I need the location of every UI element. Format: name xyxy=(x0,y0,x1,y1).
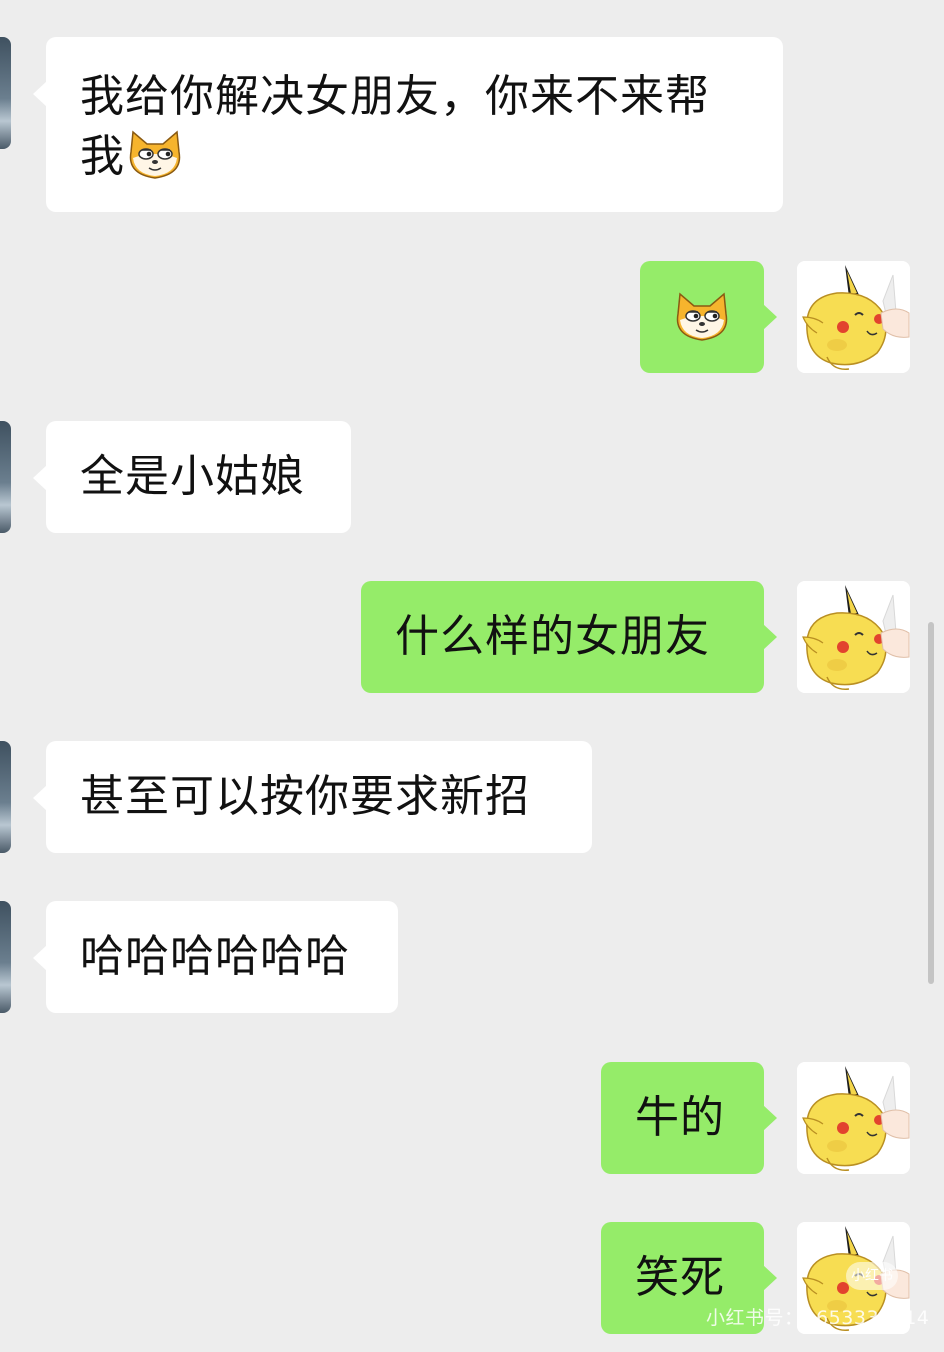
scrollbar[interactable] xyxy=(928,622,934,984)
contact-avatar[interactable] xyxy=(0,421,11,533)
message-text: 笑死 xyxy=(635,1252,725,1303)
message-bubble-outgoing[interactable]: 牛的 xyxy=(601,1062,777,1174)
message-bubble-outgoing[interactable]: 什么样的女朋友 xyxy=(361,581,777,693)
message-bubble-incoming[interactable]: 全是小姑娘 xyxy=(33,421,351,533)
pikachu-icon xyxy=(797,1062,910,1174)
contact-avatar[interactable] xyxy=(0,741,11,853)
message-bubble-incoming[interactable]: 哈哈哈哈哈哈 xyxy=(33,901,398,1013)
contact-avatar[interactable] xyxy=(0,901,11,1013)
watermark-text: 小红书号：1653337814 xyxy=(706,1307,930,1329)
watermark-badge: 小红书 xyxy=(846,1262,898,1290)
message-text: 我 xyxy=(80,131,125,182)
message-text: 哈哈哈哈哈哈 xyxy=(80,931,350,982)
message-text: 什么样的女朋友 xyxy=(395,611,710,662)
pikachu-icon xyxy=(797,261,910,373)
message-text: 甚至可以按你要求新招 xyxy=(80,771,530,822)
pikachu-avatar[interactable] xyxy=(797,1062,910,1174)
contact-avatar[interactable] xyxy=(0,37,11,149)
message-bubble-outgoing[interactable] xyxy=(640,261,777,373)
message-text: 我给你解决女朋友，你来不来帮 xyxy=(80,71,710,122)
doge-emoji-icon xyxy=(672,292,732,342)
pikachu-avatar[interactable] xyxy=(797,581,910,693)
message-text: 全是小姑娘 xyxy=(80,451,305,502)
message-bubble-incoming[interactable]: 甚至可以按你要求新招 xyxy=(33,741,592,853)
pikachu-icon xyxy=(797,581,910,693)
message-bubble-incoming[interactable]: 我给你解决女朋友，你来不来帮 我 xyxy=(33,37,783,212)
message-text: 牛的 xyxy=(635,1092,725,1143)
pikachu-avatar[interactable] xyxy=(797,261,910,373)
doge-emoji-icon xyxy=(125,130,185,180)
